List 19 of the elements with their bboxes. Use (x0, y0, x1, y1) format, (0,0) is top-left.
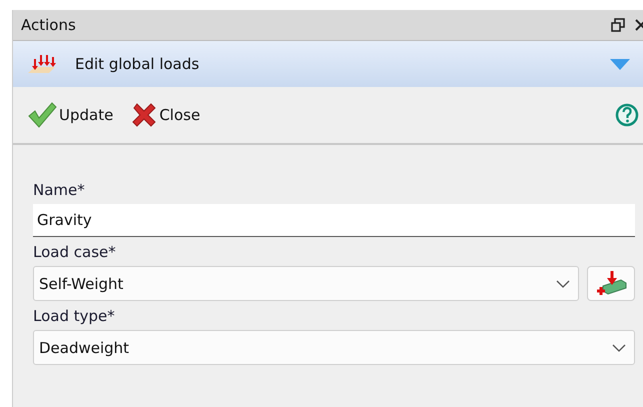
add-load-case-button[interactable] (587, 266, 635, 301)
field-label: Load case* (33, 243, 117, 261)
field-label: Load type* (33, 307, 116, 325)
close-button[interactable]: Close (129, 100, 202, 130)
name-field[interactable]: Gravity (33, 204, 635, 237)
chevron-down-icon (556, 280, 570, 288)
update-button[interactable]: Update (25, 99, 116, 131)
help-icon[interactable] (615, 103, 639, 127)
dropdown-field[interactable]: Deadweight (33, 330, 635, 365)
field-label: Name* (33, 181, 86, 199)
loads-icon (27, 53, 57, 75)
add-load-icon (595, 270, 627, 298)
chevron-down-icon (612, 344, 626, 352)
section-title: Edit global loads (75, 55, 200, 73)
checkmark-icon (27, 101, 57, 129)
panel-title: Actions (21, 16, 77, 34)
restore-icon[interactable] (611, 18, 625, 32)
dropdown-field[interactable]: Self-Weight (33, 266, 579, 301)
close-icon (131, 102, 158, 128)
